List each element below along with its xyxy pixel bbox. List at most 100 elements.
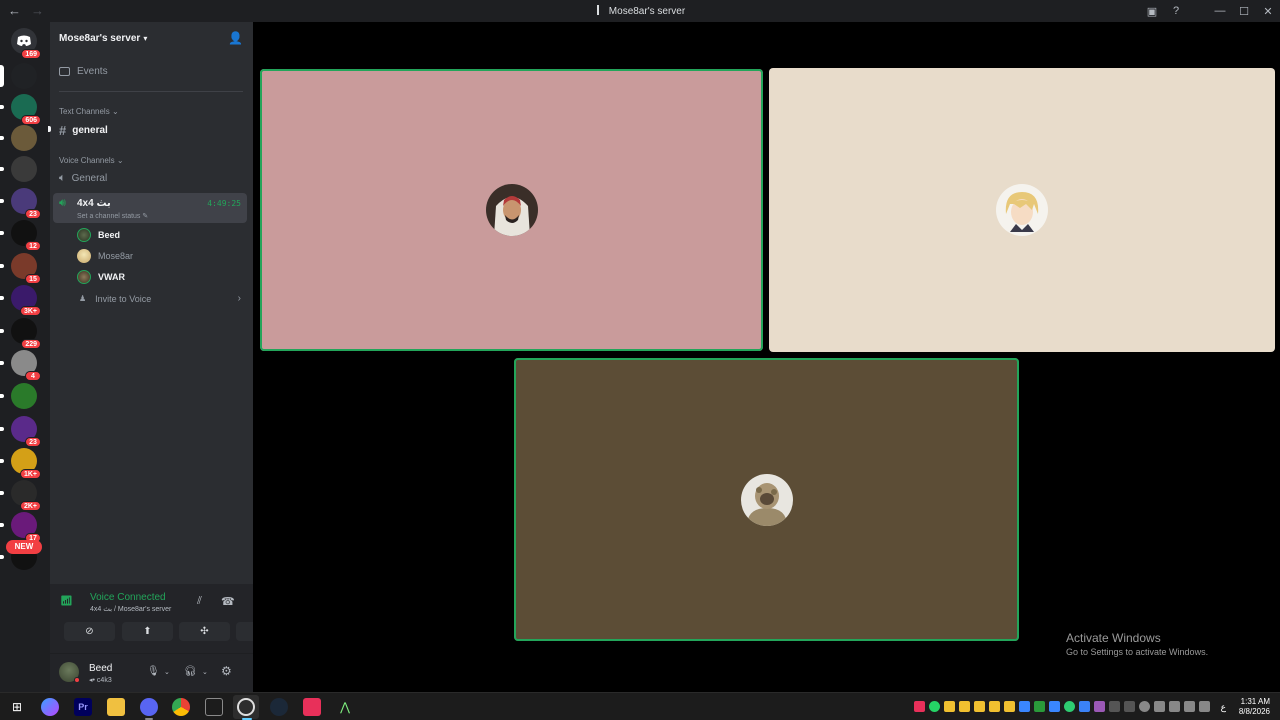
unread-pip	[0, 523, 4, 527]
chevron-right-icon: ›	[237, 293, 241, 304]
discord-taskbar-icon[interactable]	[140, 698, 158, 716]
server-icon[interactable]: 12	[11, 220, 41, 251]
username[interactable]: Beed	[89, 663, 112, 674]
close-button[interactable]: ✕	[1256, 5, 1280, 18]
server-icon[interactable]	[11, 125, 37, 151]
obs-icon[interactable]	[237, 698, 255, 716]
noise-suppression-icon[interactable]: ⫽	[197, 595, 202, 608]
voice-connected-title[interactable]: Voice Connected	[90, 592, 166, 603]
xbox-icon[interactable]	[205, 698, 223, 716]
unread-pip	[0, 231, 4, 235]
copilot-icon[interactable]	[41, 698, 59, 716]
signal-icon[interactable]: 📶︎	[60, 596, 73, 607]
headphones-icon[interactable]: 🎧︎	[184, 666, 197, 677]
network-icon[interactable]	[1184, 701, 1195, 712]
server-icon[interactable]	[11, 63, 37, 89]
server-icon[interactable]: 606	[11, 94, 41, 125]
tray-app-icon[interactable]	[974, 701, 985, 712]
help-icon[interactable]: ?	[1164, 5, 1188, 17]
tray-app-icon[interactable]	[1109, 701, 1120, 712]
bluetooth-tray-icon[interactable]	[1049, 701, 1060, 712]
participant-tile[interactable]	[514, 358, 1019, 641]
tray-app-icon[interactable]	[1019, 701, 1030, 712]
avatar	[77, 270, 91, 284]
mention-badge: 606	[21, 115, 41, 125]
clock[interactable]: 1:31 AM 8/8/2026	[1239, 697, 1270, 717]
server-rail: 169 606 23 12 15 3K+ 229 4 23 1K+ 2K+ 17	[0, 22, 50, 692]
tray-app-icon[interactable]	[1169, 701, 1180, 712]
server-icon[interactable]: 2K+	[11, 480, 41, 511]
settings-gear-icon[interactable]: ⚙	[221, 664, 232, 678]
app-icon[interactable]: ⋀	[336, 698, 354, 716]
server-icon[interactable]: 23	[11, 416, 41, 447]
activities-button[interactable]: ✣	[179, 622, 230, 641]
tray-app-icon[interactable]	[1034, 701, 1045, 712]
chevron-down-icon[interactable]: ⌄	[164, 668, 170, 676]
tray-app-icon[interactable]	[989, 701, 1000, 712]
server-icon[interactable]: 1K+	[11, 448, 41, 479]
voice-member[interactable]: Beed	[77, 228, 120, 242]
server-icon[interactable]	[11, 156, 37, 182]
server-icon[interactable]: 15	[11, 253, 41, 284]
premiere-pro-icon[interactable]: Pr	[74, 698, 92, 716]
screen-share-button[interactable]: ⬆	[122, 622, 173, 641]
tray-app-icon[interactable]	[1004, 701, 1015, 712]
channel-general-voice[interactable]: 🔈︎ General	[59, 172, 107, 185]
disconnect-icon[interactable]: ☎	[221, 595, 235, 608]
system-tray	[914, 701, 1210, 712]
unread-indicator	[48, 126, 51, 132]
category-voice-channels[interactable]: Voice Channels ⌄	[59, 156, 124, 165]
voice-connected-subtitle[interactable]: 4x4 بث / Mose8ar's server	[90, 605, 171, 613]
unread-pip	[0, 361, 4, 365]
inbox-icon[interactable]: ▣	[1140, 5, 1164, 18]
tiktok-icon[interactable]	[303, 698, 321, 716]
activate-windows-watermark: Activate Windows Go to Settings to activ…	[1066, 631, 1209, 657]
events-item[interactable]: Events	[59, 66, 108, 77]
windows-start-icon[interactable]: ⊞	[8, 698, 26, 716]
microphone-icon[interactable]: 🎙︎	[147, 666, 160, 677]
language-indicator[interactable]: ع	[1221, 702, 1226, 713]
pencil-icon: ✎	[142, 213, 149, 220]
steam-icon[interactable]	[270, 698, 288, 716]
obs-tray-icon[interactable]	[1139, 701, 1150, 712]
server-icon[interactable]	[11, 383, 37, 409]
server-icon[interactable]: 3K+	[11, 285, 41, 316]
mention-badge: 4	[25, 371, 41, 381]
server-header[interactable]: Mose8ar's server ▾ 👤	[50, 22, 253, 54]
category-text-channels[interactable]: Text Channels ⌄	[59, 107, 119, 116]
user-status: ◂• c4k3	[89, 677, 112, 684]
file-explorer-icon[interactable]	[107, 698, 125, 716]
participant-tile[interactable]	[260, 69, 763, 351]
chevron-down-icon[interactable]: ⌄	[202, 668, 208, 676]
channel-4x4-voice[interactable]: 🔊︎ 4x4 بث Set a channel status ✎ 4:49:25	[53, 193, 247, 223]
add-member-icon[interactable]: 👤	[228, 31, 243, 45]
minimize-button[interactable]: —	[1208, 5, 1232, 17]
microphone-tray-icon[interactable]	[1154, 701, 1165, 712]
tray-app-icon[interactable]	[944, 701, 955, 712]
channel-status[interactable]: Set a channel status ✎	[77, 212, 148, 220]
window-title: Mose8ar's server	[0, 5, 1280, 17]
tray-app-icon[interactable]	[1094, 701, 1105, 712]
server-icon[interactable]: 17	[11, 512, 41, 543]
tiktok-tray-icon[interactable]	[914, 701, 925, 712]
server-icon[interactable]: 23	[11, 188, 41, 219]
server-avatar	[11, 63, 37, 89]
volume-icon[interactable]	[1199, 701, 1210, 712]
server-icon	[596, 5, 599, 15]
server-icon[interactable]: 229	[11, 318, 41, 349]
tray-app-icon[interactable]	[1064, 701, 1075, 712]
participant-tile[interactable]	[769, 68, 1275, 352]
tray-app-icon[interactable]	[959, 701, 970, 712]
chrome-icon[interactable]	[172, 698, 190, 716]
maximize-button[interactable]: ☐	[1232, 5, 1256, 18]
channel-general-text[interactable]: # general	[59, 123, 108, 138]
whatsapp-tray-icon[interactable]	[929, 701, 940, 712]
server-icon[interactable]: 4	[11, 350, 41, 381]
tray-app-icon[interactable]	[1124, 701, 1135, 712]
home-button[interactable]: 169	[11, 28, 41, 59]
voice-member[interactable]: Mose8ar	[77, 249, 133, 263]
voice-member[interactable]: VWAR	[77, 270, 125, 284]
invite-to-voice[interactable]: ♟ Invite to Voice ›	[79, 293, 241, 304]
steam-tray-icon[interactable]	[1079, 701, 1090, 712]
camera-toggle-button[interactable]: ⊘	[64, 622, 115, 641]
